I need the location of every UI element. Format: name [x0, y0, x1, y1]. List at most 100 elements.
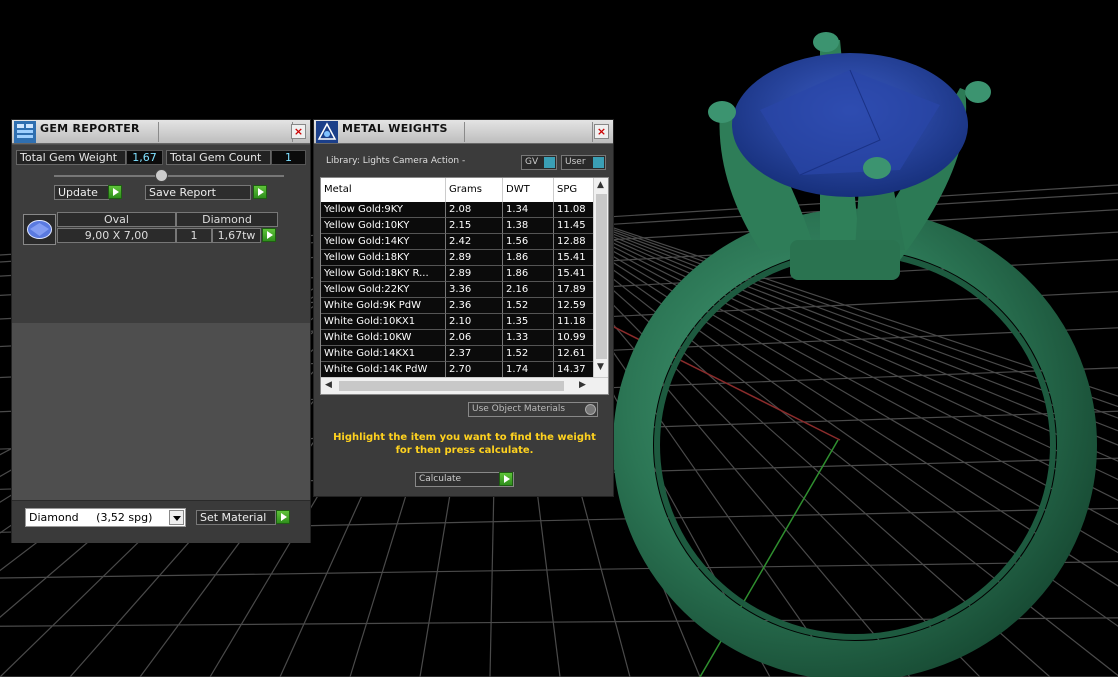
total-gem-weight-label: Total Gem Weight	[16, 150, 126, 165]
table-cell: White Gold:10KX1	[321, 314, 446, 330]
table-cell: 11.45	[554, 218, 594, 234]
close-icon[interactable]: ×	[594, 124, 609, 139]
scroll-down-icon[interactable]: ▼	[597, 362, 604, 372]
table-cell: Yellow Gold:14KY	[321, 234, 446, 250]
oval-gem-icon[interactable]	[23, 214, 56, 245]
use-object-materials-toggle[interactable]: Use Object Materials	[468, 402, 598, 417]
column-header[interactable]: SPG	[554, 178, 594, 202]
table-cell: White Gold:10KW	[321, 330, 446, 346]
table-row[interactable]: Yellow Gold:9KY 2.08 1.34 11.08	[321, 202, 594, 218]
metal-weights-icon	[316, 121, 338, 143]
table-cell: Yellow Gold:9KY	[321, 202, 446, 218]
metal-weights-titlebar[interactable]: METAL WEIGHTS ×	[314, 120, 613, 144]
scroll-thumb[interactable]	[596, 194, 607, 359]
library-label: Library: Lights Camera Action -	[326, 156, 466, 166]
table-row[interactable]: White Gold:9K PdW 2.36 1.52 12.59	[321, 298, 594, 314]
gem-weight: 1,67tw	[212, 228, 261, 243]
table-row[interactable]: Yellow Gold:22KY 3.36 2.16 17.89	[321, 282, 594, 298]
horizontal-scrollbar[interactable]: ◀ ▶	[321, 377, 608, 394]
metal-table[interactable]: Metal Grams DWT SPG Yellow Gold:9KY 2.08 1…	[320, 177, 609, 395]
gem-size: 9,00 X 7,00	[57, 228, 176, 243]
slider-track[interactable]	[54, 175, 284, 177]
table-cell: 2.36	[446, 298, 503, 314]
table-cell: 1.86	[503, 250, 554, 266]
table-cell: White Gold:9K PdW	[321, 298, 446, 314]
use-object-materials-label: Use Object Materials	[472, 404, 566, 414]
table-cell: 1.52	[503, 298, 554, 314]
table-cell: Yellow Gold:10KY	[321, 218, 446, 234]
save-report-button[interactable]: Save Report	[145, 185, 251, 200]
table-cell: 2.89	[446, 250, 503, 266]
table-cell: 1.35	[503, 314, 554, 330]
table-cell: 10.99	[554, 330, 594, 346]
table-row[interactable]: Yellow Gold:10KY 2.15 1.38 11.45	[321, 218, 594, 234]
calculate-go-icon[interactable]	[499, 472, 513, 486]
column-header[interactable]: Grams	[446, 178, 503, 202]
close-icon[interactable]: ×	[291, 124, 306, 139]
table-cell: 1.56	[503, 234, 554, 250]
table-cell: 2.16	[503, 282, 554, 298]
user-label: User	[565, 157, 586, 167]
table-row[interactable]: White Gold:14KX1 2.37 1.52 12.61	[321, 346, 594, 362]
table-cell: 3.36	[446, 282, 503, 298]
table-row[interactable]: Yellow Gold:18KY 2.89 1.86 15.41	[321, 250, 594, 266]
set-material-button[interactable]: Set Material	[196, 510, 276, 525]
table-row[interactable]: Yellow Gold:14KY 2.42 1.56 12.88	[321, 234, 594, 250]
gem-material: Diamond	[176, 212, 278, 227]
gem-go-icon[interactable]	[262, 228, 276, 242]
table-cell: 2.08	[446, 202, 503, 218]
table-row[interactable]: Yellow Gold:18KY R... 2.89 1.86 15.41	[321, 266, 594, 282]
table-cell: 1.34	[503, 202, 554, 218]
table-row[interactable]: White Gold:10KW 2.06 1.33 10.99	[321, 330, 594, 346]
table-header: Metal Grams DWT SPG	[321, 178, 594, 202]
instruction-text: Highlight the item you want to find the …	[333, 432, 596, 456]
gem-reporter-titlebar[interactable]: GEM REPORTER ×	[12, 120, 310, 144]
column-header[interactable]: Metal	[321, 178, 446, 202]
table-cell: 1.33	[503, 330, 554, 346]
column-header[interactable]: DWT	[503, 178, 554, 202]
scroll-thumb[interactable]	[339, 381, 564, 391]
update-go-icon[interactable]	[108, 185, 122, 199]
table-cell: White Gold:14K PdW	[321, 362, 446, 378]
table-row[interactable]: White Gold:14K PdW 2.70 1.74 14.37	[321, 362, 594, 378]
total-gem-weight-value: 1,67	[126, 150, 163, 165]
gem-shape: Oval	[57, 212, 176, 227]
table-cell: Yellow Gold:18KY R...	[321, 266, 446, 282]
table-cell: 2.10	[446, 314, 503, 330]
table-cell: 2.06	[446, 330, 503, 346]
total-gem-count-value: 1	[271, 150, 306, 165]
slider-handle[interactable]	[155, 169, 168, 182]
panel-title: METAL WEIGHTS	[342, 122, 448, 135]
chevron-down-icon[interactable]	[169, 510, 184, 525]
vertical-scrollbar[interactable]: ▲ ▼	[593, 178, 608, 378]
gem-quantity: 1	[176, 228, 212, 243]
update-button[interactable]: Update	[54, 185, 109, 200]
gv-toggle[interactable]: GV	[521, 155, 557, 170]
table-cell: 11.18	[554, 314, 594, 330]
scroll-left-icon[interactable]: ◀	[325, 380, 332, 390]
table-cell: 1.52	[503, 346, 554, 362]
table-cell: 1.38	[503, 218, 554, 234]
scroll-right-icon[interactable]: ▶	[579, 380, 586, 390]
table-cell: 17.89	[554, 282, 594, 298]
table-row[interactable]: White Gold:10KX1 2.10 1.35 11.18	[321, 314, 594, 330]
table-cell: 14.37	[554, 362, 594, 378]
user-toggle[interactable]: User	[561, 155, 606, 170]
table-cell: 1.74	[503, 362, 554, 378]
material-select-value: Diamond (3,52 spg)	[29, 511, 153, 524]
set-material-go-icon[interactable]	[276, 510, 290, 524]
save-report-go-icon[interactable]	[253, 185, 267, 199]
toggle-indicator-icon	[585, 404, 596, 415]
table-cell: 2.37	[446, 346, 503, 362]
scroll-up-icon[interactable]: ▲	[597, 180, 604, 190]
table-cell: 2.15	[446, 218, 503, 234]
table-cell: 2.70	[446, 362, 503, 378]
metal-weights-panel: METAL WEIGHTS × Library: Lights Camera A…	[313, 119, 614, 497]
panel-title: GEM REPORTER	[40, 122, 140, 135]
gem-report-icon	[14, 121, 36, 143]
table-cell: 12.88	[554, 234, 594, 250]
gem-reporter-panel: GEM REPORTER × Total Gem Weight 1,67 Tot…	[11, 119, 311, 543]
table-cell: Yellow Gold:22KY	[321, 282, 446, 298]
material-select[interactable]: Diamond (3,52 spg)	[25, 508, 186, 527]
table-cell: 12.61	[554, 346, 594, 362]
